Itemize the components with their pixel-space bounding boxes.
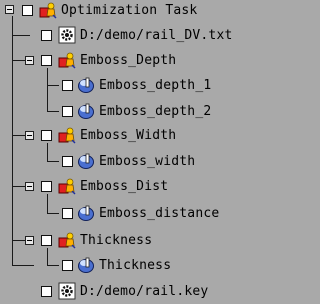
node-label: Thickness bbox=[80, 232, 153, 248]
node-checkbox[interactable] bbox=[62, 79, 73, 91]
tree-node-variable[interactable]: Thickness bbox=[62, 255, 171, 275]
variable-icon bbox=[78, 103, 94, 119]
tree-node-variable[interactable]: Emboss_distance bbox=[62, 203, 219, 223]
tree-connector bbox=[47, 68, 48, 112]
node-label: Emboss_width bbox=[99, 153, 196, 169]
file-gear-icon bbox=[58, 26, 76, 44]
tree-view: Optimization Task D:/demo/rail_DV.txt Em… bbox=[0, 0, 300, 304]
node-checkbox[interactable] bbox=[62, 105, 73, 117]
node-label: D:/demo/rail.key bbox=[80, 283, 209, 299]
tree-connector bbox=[47, 248, 48, 265]
expand-toggle[interactable] bbox=[25, 56, 34, 65]
tree-node-group[interactable]: Thickness bbox=[41, 230, 152, 250]
tree-connector bbox=[47, 85, 59, 86]
task-folder-icon bbox=[58, 178, 76, 195]
tree-connector bbox=[47, 161, 59, 162]
task-folder-icon bbox=[58, 232, 76, 249]
tree-connector bbox=[47, 194, 48, 213]
node-label: Emboss_distance bbox=[99, 205, 220, 221]
tree-node-group[interactable]: Emboss_Dist bbox=[41, 176, 168, 196]
task-folder-icon bbox=[58, 127, 76, 144]
tree-connector bbox=[12, 16, 13, 266]
tree-connector bbox=[47, 111, 59, 112]
node-checkbox[interactable] bbox=[41, 180, 52, 192]
node-label: Emboss_Depth bbox=[80, 52, 177, 68]
expand-toggle[interactable] bbox=[25, 182, 34, 191]
tree-connector bbox=[12, 35, 30, 36]
tree-node-variable[interactable]: Emboss_depth_1 bbox=[62, 75, 211, 95]
node-checkbox[interactable] bbox=[41, 29, 52, 41]
node-checkbox[interactable] bbox=[41, 54, 52, 66]
tree-connector bbox=[47, 265, 59, 266]
tree-node-root[interactable]: Optimization Task bbox=[22, 0, 197, 20]
node-checkbox[interactable] bbox=[22, 4, 33, 16]
node-label: Emboss_Dist bbox=[80, 178, 169, 194]
tree-node-file[interactable]: D:/demo/rail.key bbox=[41, 281, 208, 301]
variable-icon bbox=[78, 153, 94, 169]
variable-icon bbox=[78, 205, 94, 221]
expand-toggle[interactable] bbox=[25, 236, 34, 245]
node-label: Thickness bbox=[99, 257, 172, 273]
node-checkbox[interactable] bbox=[62, 259, 73, 271]
expand-toggle[interactable] bbox=[5, 5, 14, 14]
task-folder-icon bbox=[39, 2, 57, 19]
node-checkbox[interactable] bbox=[62, 207, 73, 219]
file-gear-icon bbox=[58, 282, 76, 300]
variable-icon bbox=[78, 257, 94, 273]
node-label: D:/demo/rail_DV.txt bbox=[80, 27, 233, 43]
node-checkbox[interactable] bbox=[41, 285, 52, 297]
task-folder-icon bbox=[58, 52, 76, 69]
node-label: Emboss_Width bbox=[80, 127, 177, 143]
node-checkbox[interactable] bbox=[41, 129, 52, 141]
tree-node-file[interactable]: D:/demo/rail_DV.txt bbox=[41, 25, 233, 45]
tree-node-group[interactable]: Emboss_Depth bbox=[41, 50, 176, 70]
tree-node-variable[interactable]: Emboss_depth_2 bbox=[62, 101, 211, 121]
node-checkbox[interactable] bbox=[41, 234, 52, 246]
expand-toggle[interactable] bbox=[25, 131, 34, 140]
node-label: Optimization Task bbox=[61, 2, 198, 18]
node-label: Emboss_depth_1 bbox=[99, 77, 212, 93]
tree-connector bbox=[47, 213, 59, 214]
node-label: Emboss_depth_2 bbox=[99, 103, 212, 119]
tree-connector bbox=[12, 265, 34, 266]
tree-node-variable[interactable]: Emboss_width bbox=[62, 151, 195, 171]
node-checkbox[interactable] bbox=[62, 155, 73, 167]
variable-icon bbox=[78, 77, 94, 93]
tree-node-group[interactable]: Emboss_Width bbox=[41, 125, 176, 145]
tree-connector bbox=[47, 143, 48, 161]
